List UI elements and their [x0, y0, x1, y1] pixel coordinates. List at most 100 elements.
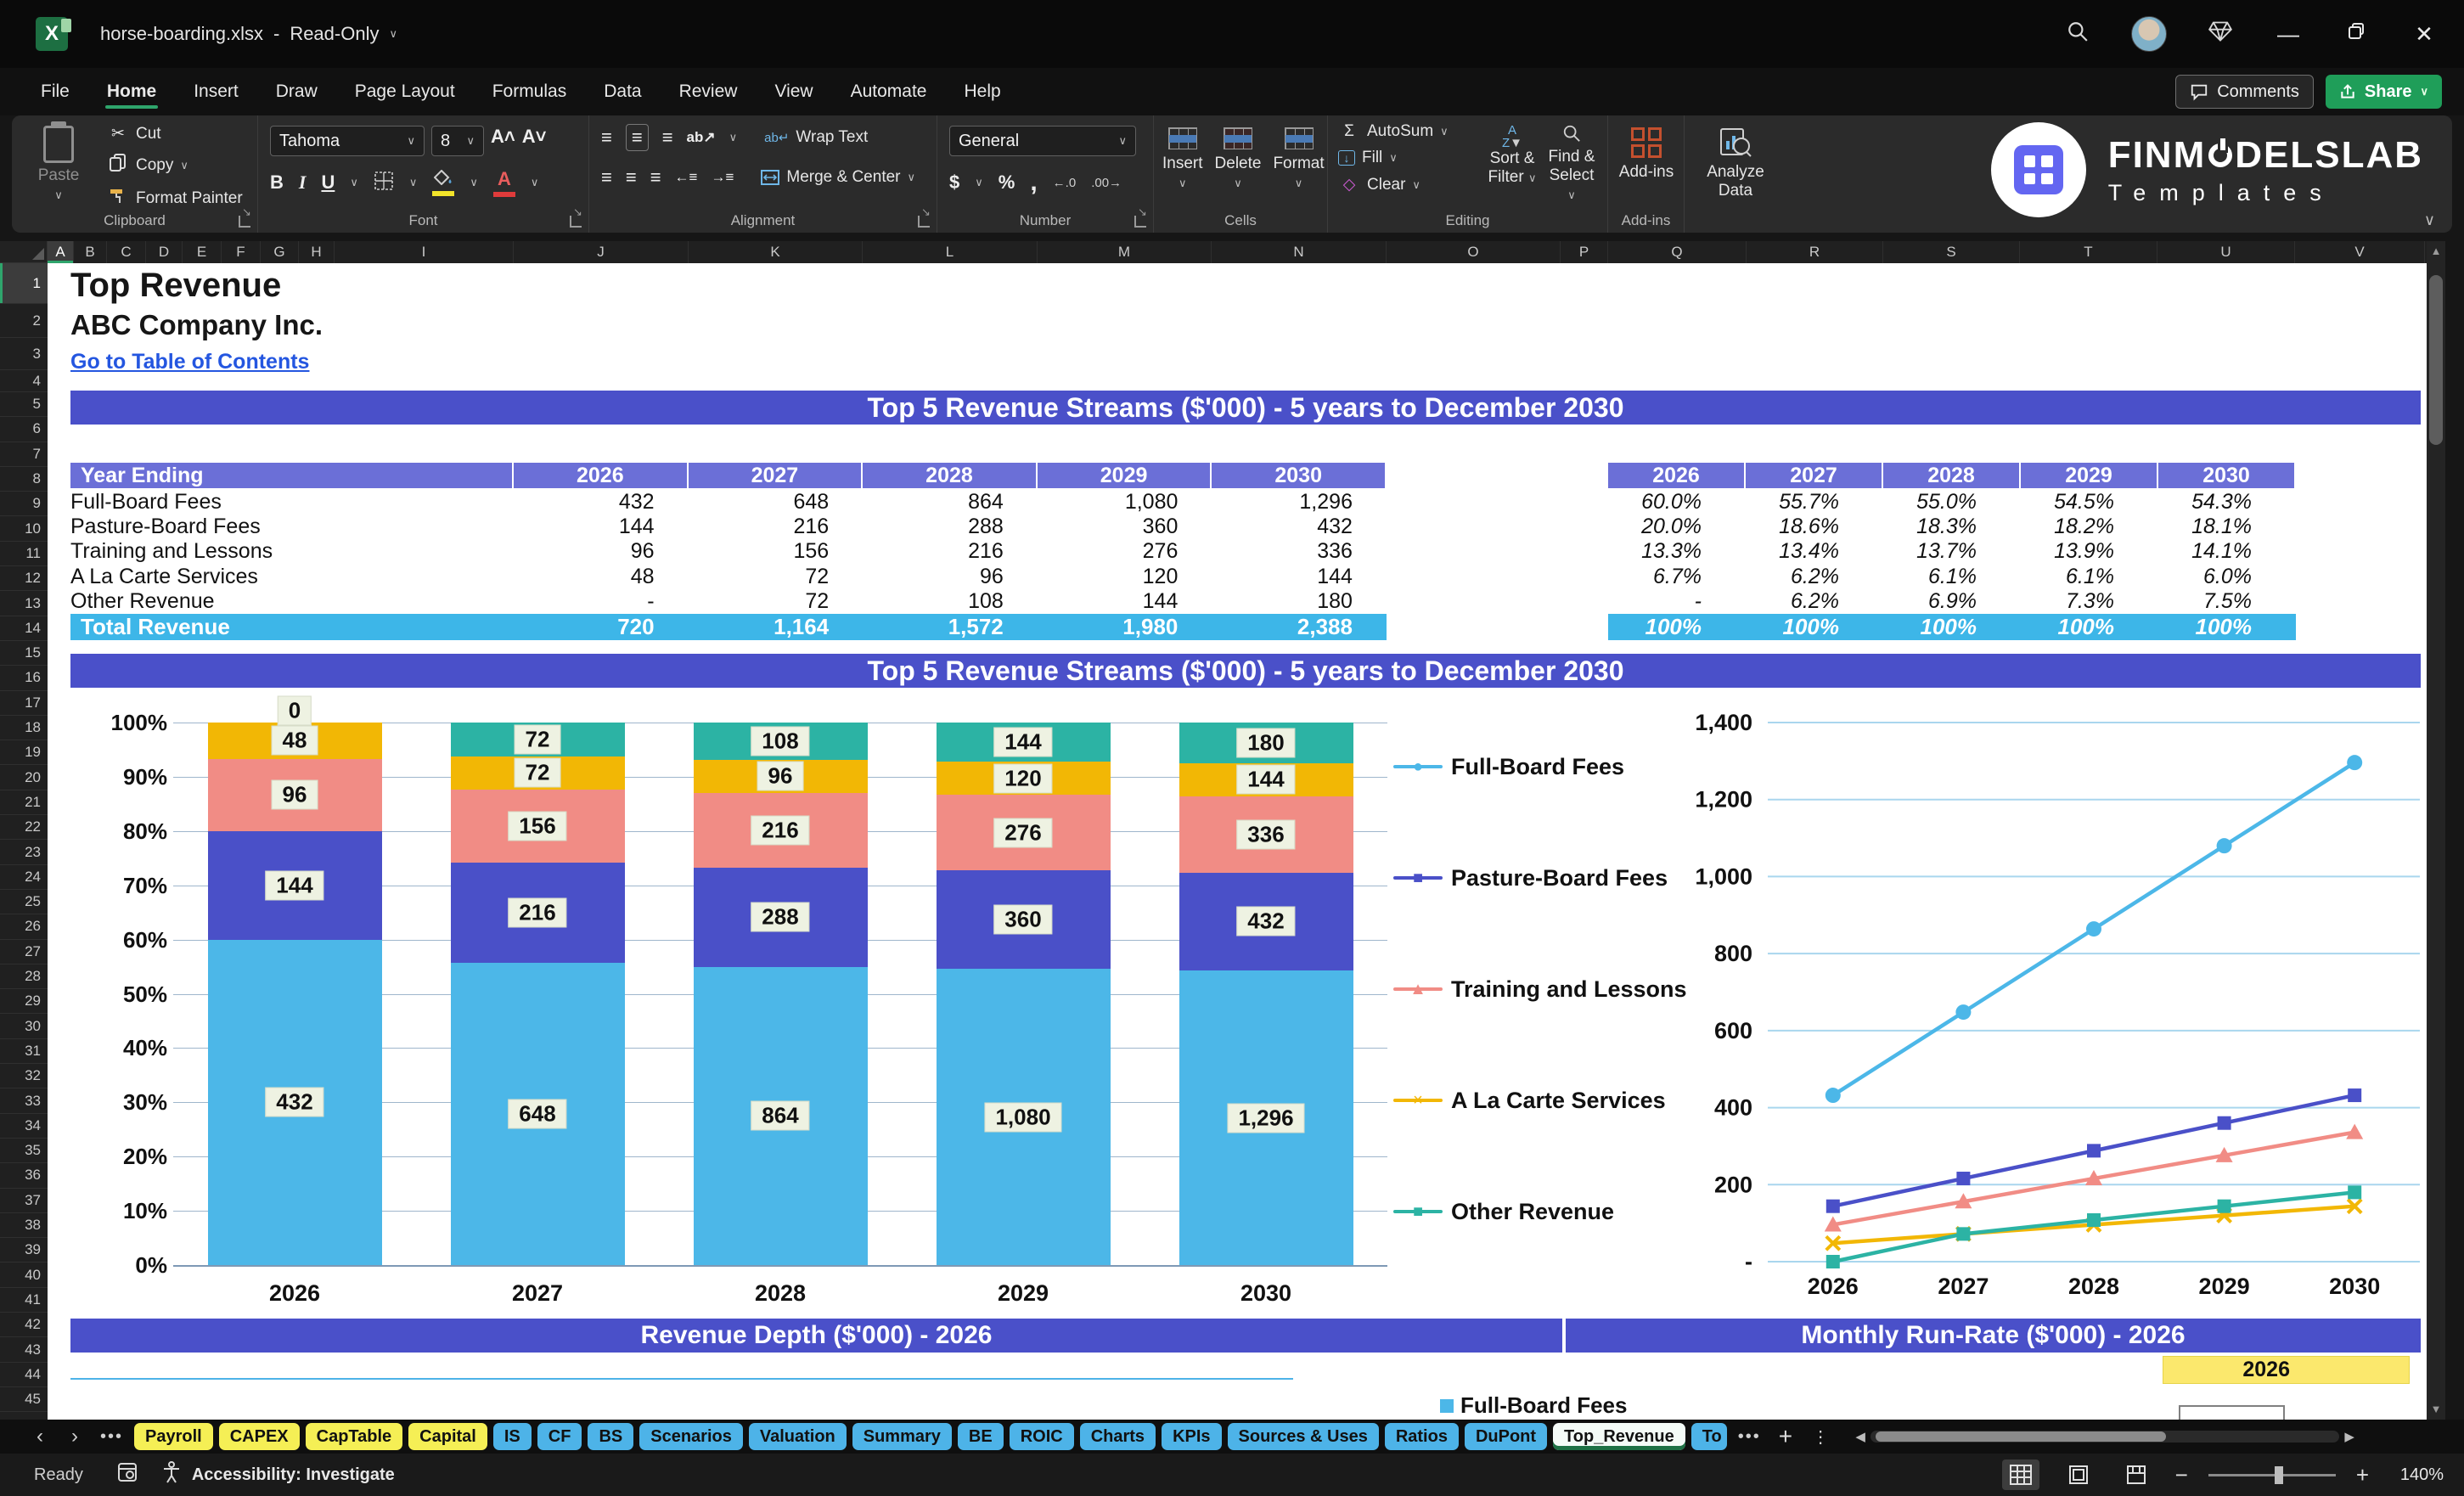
- sheet-tab-dupont[interactable]: DuPont: [1464, 1423, 1548, 1450]
- row-header-26[interactable]: 26: [0, 914, 48, 940]
- pct-cell-value[interactable]: 60.0%: [1608, 490, 1746, 515]
- align-left-button[interactable]: ≡: [601, 166, 612, 188]
- clear-button[interactable]: ◇ Clear ∨: [1338, 175, 1449, 194]
- accessibility-status[interactable]: Accessibility: Investigate: [192, 1465, 395, 1485]
- pct-cell-value[interactable]: 18.1%: [2158, 515, 2296, 539]
- tab-more-left[interactable]: •••: [95, 1427, 128, 1447]
- row-header-24[interactable]: 24: [0, 865, 48, 890]
- cell-value[interactable]: 648: [689, 490, 864, 515]
- cell-value[interactable]: 120: [1038, 565, 1212, 589]
- cell-value[interactable]: 48: [514, 565, 689, 589]
- row-label[interactable]: Pasture-Board Fees: [70, 515, 514, 539]
- ribbon-tab-draw[interactable]: Draw: [261, 73, 333, 110]
- cell-value[interactable]: 216: [689, 515, 864, 539]
- sheet-tab-top-revenue[interactable]: Top_Revenue: [1553, 1423, 1685, 1450]
- pct-cell-value[interactable]: 54.5%: [2021, 490, 2158, 515]
- cell-value[interactable]: 72: [689, 589, 864, 614]
- normal-view-button[interactable]: [2001, 1459, 2039, 1490]
- row-header-22[interactable]: 22: [0, 815, 48, 841]
- collapse-ribbon-chevron[interactable]: ∨: [2424, 211, 2435, 229]
- font-color-button[interactable]: A: [492, 168, 515, 197]
- scroll-down-arrow[interactable]: ▼: [2427, 1399, 2445, 1420]
- column-header-K[interactable]: K: [689, 241, 863, 263]
- ribbon-tab-view[interactable]: View: [759, 73, 828, 110]
- row-header-28[interactable]: 28: [0, 965, 48, 990]
- sheet-tab-roic[interactable]: ROIC: [1009, 1423, 1074, 1450]
- sheet-tab-be[interactable]: BE: [957, 1423, 1004, 1450]
- clipboard-dialog-launcher[interactable]: [239, 205, 251, 228]
- macro-record-icon[interactable]: [117, 1462, 138, 1488]
- row-header-18[interactable]: 18: [0, 716, 48, 741]
- cell-value[interactable]: -: [514, 589, 689, 614]
- vertical-scrollbar[interactable]: ▲ ▼: [2427, 241, 2445, 1420]
- sheet-tab-valuation[interactable]: Valuation: [748, 1423, 847, 1450]
- sheet-tab-is[interactable]: IS: [492, 1423, 532, 1450]
- pct-cell-value[interactable]: 13.7%: [1883, 539, 2021, 564]
- user-avatar[interactable]: [2131, 16, 2167, 52]
- addins-button[interactable]: Add-ins: [1615, 127, 1678, 182]
- row-header-21[interactable]: 21: [0, 790, 48, 816]
- pct-total-value[interactable]: 100%: [1883, 614, 2021, 640]
- runrate-year-cell[interactable]: 2026: [2163, 1356, 2410, 1384]
- row-header-38[interactable]: 38: [0, 1213, 48, 1239]
- row-header-33[interactable]: 33: [0, 1088, 48, 1114]
- zoom-out-button[interactable]: −: [2175, 1462, 2188, 1488]
- pct-cell-value[interactable]: 55.7%: [1746, 490, 1883, 515]
- column-header-V[interactable]: V: [2295, 241, 2425, 263]
- sheet-tab-charts[interactable]: Charts: [1079, 1423, 1156, 1450]
- page-break-view-button[interactable]: [2118, 1459, 2155, 1490]
- font-dialog-launcher[interactable]: [570, 205, 582, 228]
- row-header-45[interactable]: 45: [0, 1387, 48, 1413]
- select-all-corner[interactable]: [0, 241, 48, 263]
- row-header-30[interactable]: 30: [0, 1015, 48, 1039]
- row-header-4[interactable]: 4: [0, 370, 48, 392]
- cell-value[interactable]: 180: [1212, 589, 1387, 614]
- pct-cell-value[interactable]: 6.2%: [1746, 589, 1883, 614]
- row-header-27[interactable]: 27: [0, 940, 48, 965]
- pct-total-value[interactable]: 100%: [1746, 614, 1883, 640]
- cell-value[interactable]: 432: [514, 490, 689, 515]
- pct-cell-value[interactable]: 6.7%: [1608, 565, 1746, 589]
- vertical-scroll-thumb[interactable]: [2429, 275, 2443, 445]
- column-header-D[interactable]: D: [146, 241, 183, 263]
- pct-cell-value[interactable]: 7.3%: [2021, 589, 2158, 614]
- column-header-C[interactable]: C: [107, 241, 146, 263]
- pct-cell-value[interactable]: 18.3%: [1883, 515, 2021, 539]
- sheet-tab-to[interactable]: To: [1690, 1423, 1727, 1450]
- total-value[interactable]: 1,164: [689, 614, 864, 640]
- cell-value[interactable]: 144: [514, 515, 689, 539]
- column-header-R[interactable]: R: [1747, 241, 1883, 263]
- row-header-9[interactable]: 9: [0, 492, 48, 517]
- number-format-select[interactable]: General ∨: [949, 126, 1136, 156]
- align-right-button[interactable]: ≡: [650, 166, 661, 188]
- tab-options-kebab[interactable]: ⋮: [1805, 1426, 1836, 1448]
- pct-cell-value[interactable]: 20.0%: [1608, 515, 1746, 539]
- row-header-5[interactable]: 5: [0, 392, 48, 418]
- decrease-font-button[interactable]: A˅: [522, 126, 547, 156]
- sheet-tab-kpis[interactable]: KPIs: [1162, 1423, 1222, 1450]
- column-header-A[interactable]: A: [48, 241, 74, 263]
- ribbon-tab-page-layout[interactable]: Page Layout: [340, 73, 470, 110]
- row-header-34[interactable]: 34: [0, 1114, 48, 1139]
- cell-value[interactable]: 360: [1038, 515, 1212, 539]
- increase-font-button[interactable]: A˄: [491, 126, 515, 156]
- cell-value[interactable]: 336: [1212, 539, 1387, 564]
- row-label[interactable]: Other Revenue: [70, 589, 514, 614]
- minimize-button[interactable]: —: [2274, 21, 2303, 48]
- column-header-I[interactable]: I: [335, 241, 514, 263]
- find-select-button[interactable]: Find & Select ∨: [1544, 124, 1599, 203]
- cell-value[interactable]: 216: [863, 539, 1038, 564]
- total-value[interactable]: 1,572: [863, 614, 1038, 640]
- underline-button[interactable]: U: [321, 172, 335, 194]
- comma-format-button[interactable]: ,: [1030, 168, 1037, 197]
- pct-cell-value[interactable]: 13.9%: [2021, 539, 2158, 564]
- align-bottom-button[interactable]: ≡: [662, 127, 673, 149]
- row-header-16[interactable]: 16: [0, 666, 48, 691]
- wrap-text-button[interactable]: ab↵ Wrap Text: [764, 128, 868, 147]
- orientation-button[interactable]: ab↗: [687, 129, 716, 146]
- sheet-tab-capex[interactable]: CAPEX: [218, 1423, 300, 1450]
- ribbon-tab-file[interactable]: File: [25, 73, 85, 110]
- row-header-36[interactable]: 36: [0, 1163, 48, 1189]
- row-header-39[interactable]: 39: [0, 1238, 48, 1263]
- row-header-31[interactable]: 31: [0, 1039, 48, 1065]
